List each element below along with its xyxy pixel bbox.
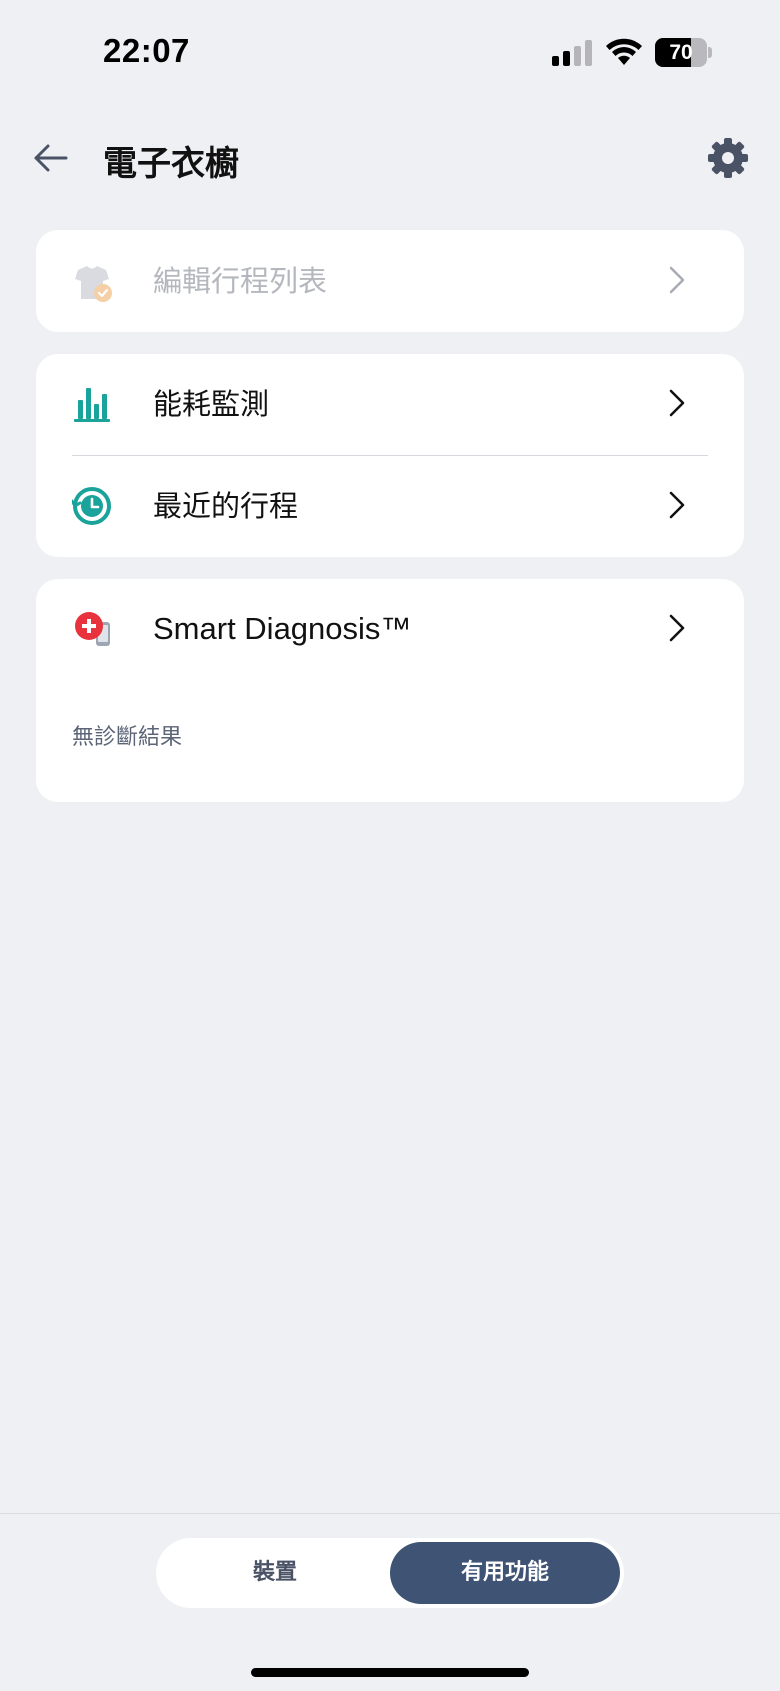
app-header: 電子衣櫥 <box>0 120 780 200</box>
status-bar: 22:07 70 <box>0 0 780 100</box>
battery-indicator: 70 <box>655 38 712 67</box>
page-title: 電子衣櫥 <box>103 144 239 184</box>
smart-diagnosis-label: Smart Diagnosis™ <box>153 611 412 646</box>
smart-diagnosis-row[interactable]: Smart Diagnosis™ <box>36 579 744 679</box>
bottom-tab-switch: 裝置 有用功能 <box>156 1538 624 1608</box>
bottom-divider <box>0 1513 780 1514</box>
history-clock-icon <box>72 487 111 525</box>
shirt-check-icon <box>75 266 112 302</box>
gear-icon[interactable] <box>706 136 750 180</box>
chevron-right-icon <box>669 614 685 642</box>
smart-diagnosis-card: Smart Diagnosis™ 無診斷結果 <box>36 579 744 802</box>
cellular-signal-icon <box>552 40 592 66</box>
wifi-icon <box>606 38 642 65</box>
bar-chart-icon <box>74 388 110 422</box>
energy-monitoring-label: 能耗監測 <box>153 387 270 421</box>
recent-schedule-row[interactable]: 最近的行程 <box>36 456 744 556</box>
tab-useful-features[interactable]: 有用功能 <box>390 1542 620 1604</box>
energy-monitoring-row[interactable]: 能耗監測 <box>36 354 744 456</box>
diagnosis-phone-icon <box>75 612 110 646</box>
diagnosis-result-text: 無診斷結果 <box>72 725 183 750</box>
chevron-right-icon <box>669 389 685 417</box>
arrow-left-icon[interactable] <box>28 138 74 178</box>
tab-device[interactable]: 裝置 <box>160 1542 390 1604</box>
status-time: 22:07 <box>103 32 190 69</box>
edit-schedule-label: 編輯行程列表 <box>153 264 328 298</box>
edit-schedule-row[interactable]: 編輯行程列表 <box>36 231 744 331</box>
usage-card: 能耗監測 最近的行程 <box>36 354 744 557</box>
chevron-right-icon <box>669 491 685 519</box>
chevron-right-icon <box>669 266 685 294</box>
battery-level: 70 <box>669 41 693 64</box>
recent-schedule-label: 最近的行程 <box>153 489 299 523</box>
edit-schedule-card: 編輯行程列表 <box>36 230 744 332</box>
home-indicator <box>251 1668 529 1677</box>
